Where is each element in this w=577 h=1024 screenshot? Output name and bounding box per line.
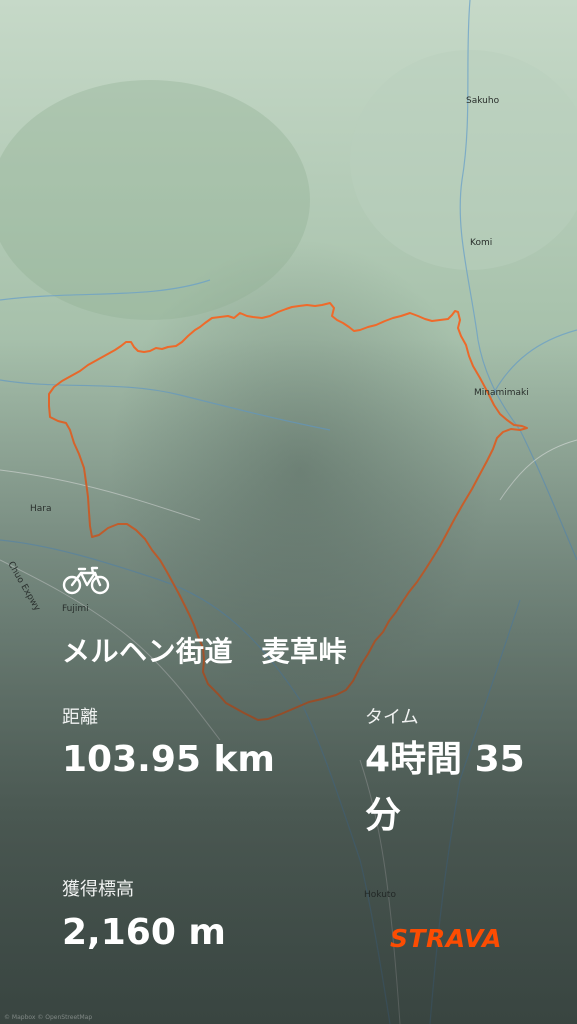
place-label-minamimaki: Minamimaki bbox=[474, 388, 529, 398]
time-label: タイム bbox=[365, 707, 419, 728]
distance-value: 103.95 km bbox=[62, 739, 275, 780]
elevation-value: 2,160 m bbox=[62, 912, 226, 953]
map-attribution: © Mapbox © OpenStreetMap bbox=[4, 1014, 93, 1021]
time-value-line1: 4時間 35 bbox=[365, 739, 525, 780]
place-label-hokuto: Hokuto bbox=[364, 890, 396, 900]
place-label-sakuho: Sakuho bbox=[466, 96, 500, 106]
place-label-komi: Komi bbox=[470, 238, 493, 248]
activity-title: メルヘン街道 麦草峠 bbox=[62, 635, 348, 668]
terrain-map bbox=[0, 0, 577, 1024]
place-label-fujimi: Fujimi bbox=[62, 604, 89, 614]
activity-share-card: Sakuho Komi Minamimaki Hara Chuo Expwy F… bbox=[0, 0, 577, 1024]
distance-label: 距離 bbox=[62, 707, 98, 728]
bicycle-icon bbox=[62, 566, 110, 595]
time-value-line2: 分 bbox=[365, 795, 402, 836]
valley-shading bbox=[0, 80, 310, 320]
strava-logo: STRAVA bbox=[390, 924, 502, 953]
elevation-label: 獲得標高 bbox=[62, 879, 134, 900]
place-label-hara: Hara bbox=[30, 504, 52, 514]
